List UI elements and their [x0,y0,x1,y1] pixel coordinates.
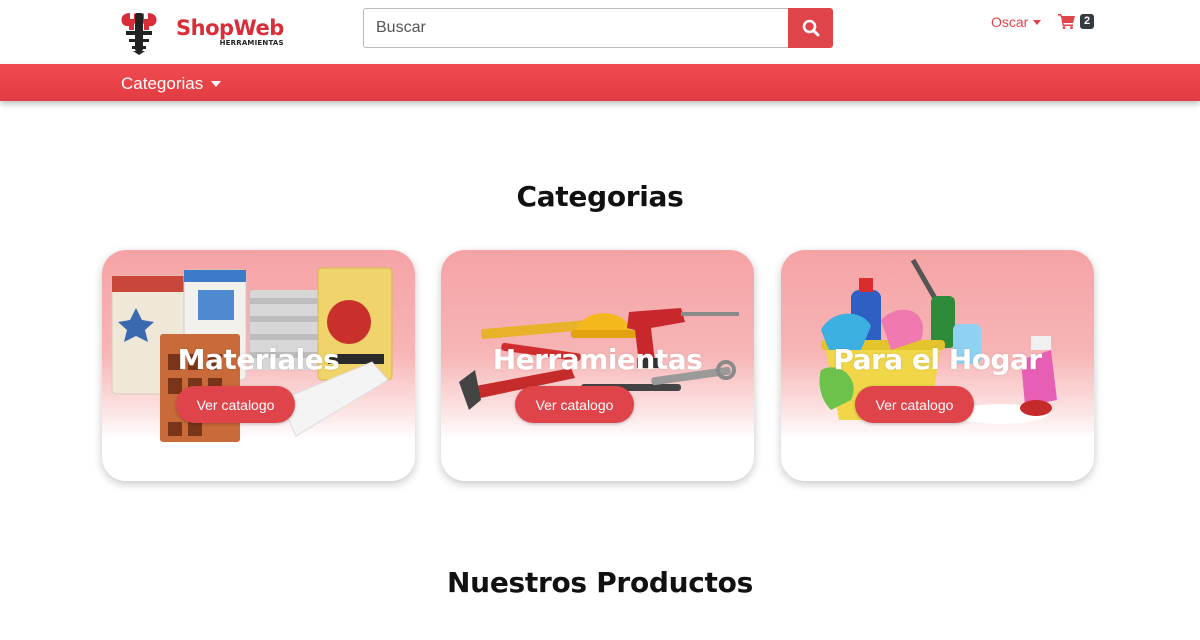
navbar: Categorias [0,64,1200,101]
search-bar [363,8,833,48]
view-catalog-button[interactable]: Ver catalogo [176,386,295,423]
category-card-materiales[interactable]: Materiales Ver catalogo [102,250,415,481]
search-icon [802,19,819,37]
caret-down-icon [1033,19,1042,25]
cart-count-badge: 2 [1080,13,1095,29]
category-card-title: Para el Hogar [833,343,1042,376]
categories-heading: Categorias [516,180,684,213]
caret-down-icon [211,81,222,87]
category-card-title: Materiales [177,343,340,376]
cart-icon [1058,14,1075,29]
logo-name: ShopWeb [176,15,284,40]
user-menu[interactable]: Oscar [991,14,1042,30]
user-name: Oscar [991,14,1029,30]
shopweb-logo[interactable]: ShopWeb HERRAMIENTAS [116,8,296,56]
products-heading: Nuestros Productos [447,566,753,599]
logo-subtitle: HERRAMIENTAS [219,38,284,47]
categories-dropdown-label: Categorias [121,74,204,93]
wrench-logo-icon [121,13,157,55]
category-card-herramientas[interactable]: Herramientas Ver catalogo [441,250,754,481]
header: ShopWeb HERRAMIENTAS Oscar 2 [0,0,1200,64]
search-input[interactable] [363,8,788,48]
category-card-title: Herramientas [492,343,703,376]
categories-dropdown[interactable]: Categorias [121,74,222,94]
cart-button[interactable]: 2 [1058,13,1095,29]
view-catalog-button[interactable]: Ver catalogo [515,386,634,423]
search-button[interactable] [788,8,833,48]
view-catalog-button[interactable]: Ver catalogo [855,386,974,423]
category-card-para-el-hogar[interactable]: Para el Hogar Ver catalogo [781,250,1094,481]
